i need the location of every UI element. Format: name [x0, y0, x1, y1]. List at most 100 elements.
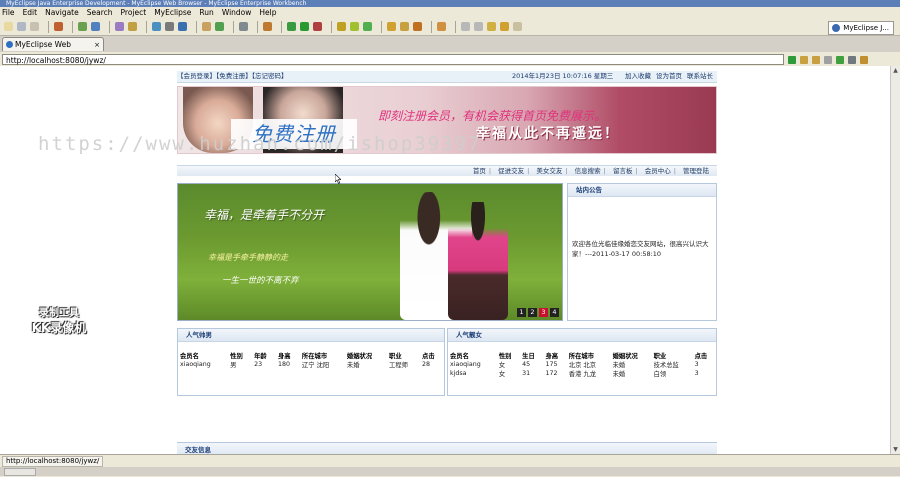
cell-username[interactable]: kjdsa [448, 369, 497, 378]
new-class-icon[interactable] [363, 22, 372, 31]
slide-page-1[interactable]: 1 [517, 308, 526, 317]
stop-icon[interactable] [824, 55, 832, 64]
site-topbar: 【会员登录】【免费注册】【忘记密码】 2014年1月23日 10:07:16 星… [177, 71, 717, 83]
col-gender: 性别 [230, 352, 243, 360]
server-icon[interactable] [54, 22, 63, 31]
debug-icon[interactable] [287, 22, 296, 31]
forward-icon[interactable] [513, 22, 522, 31]
col-age: 年龄 [254, 352, 267, 360]
new-java-project-icon[interactable] [337, 22, 346, 31]
add-favorite-link[interactable]: 加入收藏 [625, 71, 651, 82]
wizard-icon[interactable] [115, 22, 124, 31]
external-tools-icon[interactable] [313, 22, 322, 31]
nav-search[interactable]: 信息搜索 [575, 167, 601, 175]
run-icon[interactable] [300, 22, 309, 31]
url-input[interactable]: http://localhost:8080/jywz/ [2, 54, 784, 65]
slide-page-2[interactable]: 2 [528, 308, 537, 317]
free-register-button[interactable]: 免费注册 [231, 119, 357, 149]
dating-info-title: 交友信息 [177, 442, 717, 454]
col-job: 职业 [389, 352, 402, 360]
cell-gender: 男 [230, 362, 237, 369]
set-homepage-link[interactable]: 设为首页 [656, 71, 682, 82]
contact-link[interactable]: 联系站长 [687, 71, 713, 82]
nav-admin-login[interactable]: 管理登陆 [683, 167, 709, 175]
open-task-icon[interactable] [400, 22, 409, 31]
table-row[interactable]: xiaoqiang 男 23 180 辽宁 沈阳 未婚 工程师 28 [178, 360, 444, 369]
login-links[interactable]: 【会员登录】【免费注册】【忘记密码】 [177, 71, 288, 82]
table-row[interactable]: xiaoqiang 女 45 175 北京 北京 未婚 技术总监 3 [448, 360, 716, 369]
slide-page-3[interactable]: 3 [539, 308, 548, 317]
go-icon[interactable] [788, 55, 796, 64]
col-clicks: 点击 [694, 352, 708, 360]
back-icon[interactable] [500, 22, 509, 31]
nav-beauty[interactable]: 美女交友 [536, 167, 562, 175]
tab-web-browser[interactable]: MyEclipse Web Browser × [2, 37, 104, 63]
vertical-scrollbar[interactable]: ▲ ▼ [890, 66, 900, 454]
scroll-up-icon[interactable]: ▲ [892, 67, 899, 74]
toolbar-divider [331, 20, 332, 33]
slide-page-4[interactable]: 4 [550, 308, 559, 317]
notice-panel: 站内公告 欢迎各位光临佳缘婚恋交友网站，很高兴认识大家！---2011-03-1… [567, 183, 717, 321]
nav-promote[interactable]: 促进交友 [498, 167, 524, 175]
main-toolbar [0, 18, 900, 36]
next-annotation-icon[interactable] [461, 22, 470, 31]
col-gender: 性别 [498, 352, 512, 360]
open-folder-icon[interactable] [437, 22, 446, 31]
home-icon[interactable] [848, 55, 856, 64]
table-row[interactable]: kjdsa 女 31 172 香港 九龙 未婚 白领 3 [448, 369, 716, 378]
hero-slideshow[interactable]: 幸福，是牵着手不分开 幸福是手牵手静静的走 一生一世的不离不弃 1 2 3 4 [177, 183, 563, 321]
toolbar-divider [455, 20, 456, 33]
web-icon[interactable] [152, 22, 161, 31]
menu-edit[interactable]: Edit [23, 8, 38, 17]
banner-slogan-2: 幸福从此不再遥远！ [476, 126, 620, 142]
cell-marital: 未婚 [346, 362, 360, 369]
globe-icon[interactable] [178, 22, 187, 31]
edit-icon[interactable] [128, 22, 137, 31]
perspective-switcher[interactable]: MyEclipse J... [828, 21, 894, 35]
close-icon[interactable]: × [94, 38, 100, 52]
cell-birthday: 45 [522, 361, 531, 368]
toolbar-divider [381, 20, 382, 33]
forward-icon[interactable] [812, 55, 820, 64]
monitor-icon[interactable] [239, 22, 248, 31]
menu-search[interactable]: Search [87, 8, 113, 17]
scroll-down-icon[interactable]: ▼ [892, 446, 899, 453]
menu-window[interactable]: Window [222, 8, 252, 17]
open-type-icon[interactable] [387, 22, 396, 31]
cell-username[interactable]: xiaoqiang [448, 360, 497, 369]
last-edit-icon[interactable] [487, 22, 496, 31]
site-nav: 首页 | 促进交友 | 美女交友 | 信息搜索 | 留言板 | 会员中心 | 管理登陆 [177, 165, 717, 176]
menu-project[interactable]: Project [121, 8, 147, 17]
cell-city: 香港 九龙 [568, 371, 596, 378]
package-icon[interactable] [263, 22, 272, 31]
nav-member-center[interactable]: 会员中心 [645, 167, 671, 175]
menu-myeclipse[interactable]: MyEclipse [154, 8, 191, 17]
new-package-icon[interactable] [350, 22, 359, 31]
folder-icon[interactable] [202, 22, 211, 31]
tools-icon[interactable] [165, 22, 174, 31]
nav-guestbook[interactable]: 留言板 [613, 167, 633, 175]
perspective-label: MyEclipse J... [843, 24, 889, 32]
print-icon[interactable] [30, 22, 39, 31]
cell-job: 技术总监 [653, 362, 679, 369]
refresh-icon[interactable] [215, 22, 224, 31]
previous-annotation-icon[interactable] [474, 22, 483, 31]
notice-text[interactable]: 欢迎各位光临佳缘婚恋交友网站，很高兴认识大家！---2011-03-17 00:… [572, 239, 714, 259]
menu-file[interactable]: File [2, 8, 15, 17]
cell-height: 175 [545, 361, 558, 368]
nav-home[interactable]: 首页 [473, 167, 486, 175]
menu-help[interactable]: Help [259, 8, 276, 17]
cell-username[interactable]: xiaoqiang [178, 360, 228, 369]
back-icon[interactable] [800, 55, 808, 64]
new-icon[interactable] [4, 22, 13, 31]
deploy-icon[interactable] [78, 22, 87, 31]
database-icon[interactable] [91, 22, 100, 31]
save-icon[interactable] [17, 22, 26, 31]
open-external-icon[interactable] [860, 55, 868, 64]
recorder-logo: 录制工具 KK录像机 [20, 304, 98, 340]
notice-title: 站内公告 [568, 184, 716, 197]
refresh-icon[interactable] [836, 55, 844, 64]
menu-run[interactable]: Run [199, 8, 213, 17]
menu-navigate[interactable]: Navigate [45, 8, 79, 17]
search-icon[interactable] [413, 22, 422, 31]
